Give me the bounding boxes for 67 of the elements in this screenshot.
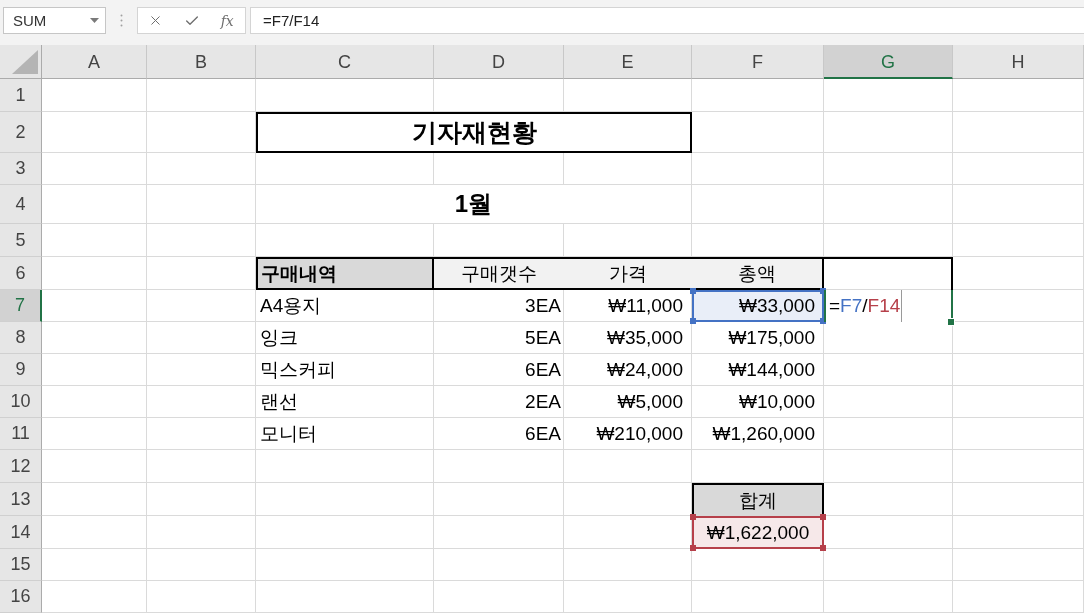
row-header[interactable]: 6 xyxy=(0,257,42,290)
formula-field[interactable]: =F7/F14 xyxy=(250,7,1084,34)
cell-value: ₩33,000 xyxy=(738,295,815,317)
row-header[interactable]: 15 xyxy=(0,549,42,581)
row-header[interactable]: 10 xyxy=(0,386,42,418)
name-box-value: SUM xyxy=(13,12,47,29)
table-header-cell: 가격 xyxy=(564,257,692,290)
corner-handle[interactable] xyxy=(820,545,826,551)
corner-handle[interactable] xyxy=(690,545,696,551)
corner-handle[interactable] xyxy=(690,288,696,294)
table-header-cell: 구매갯수 xyxy=(434,257,564,290)
row-header[interactable]: 7 xyxy=(0,290,42,322)
row-header[interactable]: 9 xyxy=(0,354,42,386)
column-header[interactable]: C xyxy=(256,45,434,79)
table-cell-text: 모니터 xyxy=(259,422,318,446)
row-header[interactable]: 11 xyxy=(0,418,42,450)
row-header[interactable]: 4 xyxy=(0,185,42,224)
table-cell-text: ₩24,000 xyxy=(605,358,684,382)
row-header[interactable]: 13 xyxy=(0,483,42,516)
table-cell-text: ₩210,000 xyxy=(595,422,684,446)
column-header[interactable]: D xyxy=(434,45,564,79)
column-header[interactable]: H xyxy=(953,45,1084,79)
row-header[interactable]: 12 xyxy=(0,450,42,483)
table-cell-text: ₩35,000 xyxy=(605,326,684,350)
table-cell-text: 3EA xyxy=(524,294,562,318)
table-cell-text: 5EA xyxy=(524,326,562,350)
table-cell-text: ₩175,000 xyxy=(727,326,816,350)
fill-handle[interactable] xyxy=(947,318,955,326)
name-box[interactable]: SUM xyxy=(3,7,106,34)
table-cell-text: A4용지 xyxy=(259,294,323,318)
row-header[interactable]: 14 xyxy=(0,516,42,549)
table-cell-text: ₩10,000 xyxy=(737,390,816,414)
table-cell-text: 6EA xyxy=(524,422,562,446)
column-header[interactable]: G xyxy=(824,45,953,79)
row-header[interactable]: 3 xyxy=(0,153,42,185)
formula-text: =F7/F14 xyxy=(829,290,903,322)
table-cell-text: 잉크 xyxy=(259,326,299,350)
corner-handle[interactable] xyxy=(690,514,696,520)
column-header[interactable]: A xyxy=(42,45,147,79)
table-cell-text: 6EA xyxy=(524,358,562,382)
row-header[interactable]: 2 xyxy=(0,112,42,153)
row-header[interactable]: 1 xyxy=(0,79,42,112)
row-header[interactable]: 5 xyxy=(0,224,42,257)
table-cell-text: ₩1,260,000 xyxy=(711,422,816,446)
grip-icon xyxy=(120,14,123,27)
table-cell-text: 랜선 xyxy=(259,390,299,414)
title-cell: 기자재현황 xyxy=(256,112,692,153)
table-cell-text: ₩11,000 xyxy=(607,294,684,318)
table-cell-text: ₩5,000 xyxy=(616,390,684,414)
dropdown-caret-icon[interactable] xyxy=(90,18,99,23)
table-cell-text: ₩144,000 xyxy=(727,358,816,382)
select-all-button[interactable] xyxy=(0,45,42,79)
corner-handle[interactable] xyxy=(690,318,696,324)
corner-triangle-icon xyxy=(12,50,38,74)
table-cell-text: 2EA xyxy=(524,390,562,414)
column-header[interactable]: B xyxy=(147,45,256,79)
column-header[interactable]: E xyxy=(564,45,692,79)
table-cell-text: 믹스커피 xyxy=(259,358,337,382)
cell-value: ₩1,622,000 xyxy=(706,521,810,544)
column-header[interactable]: F xyxy=(692,45,824,79)
row-header[interactable]: 16 xyxy=(0,581,42,613)
insert-function-button[interactable]: fx xyxy=(209,8,245,33)
sum-label-cell: 합계 xyxy=(692,483,824,516)
corner-handle[interactable] xyxy=(820,514,826,520)
row-header[interactable]: 8 xyxy=(0,322,42,354)
table-header-cell: 총액 xyxy=(692,257,824,290)
table-header-cell: 구매내역 xyxy=(256,257,434,290)
